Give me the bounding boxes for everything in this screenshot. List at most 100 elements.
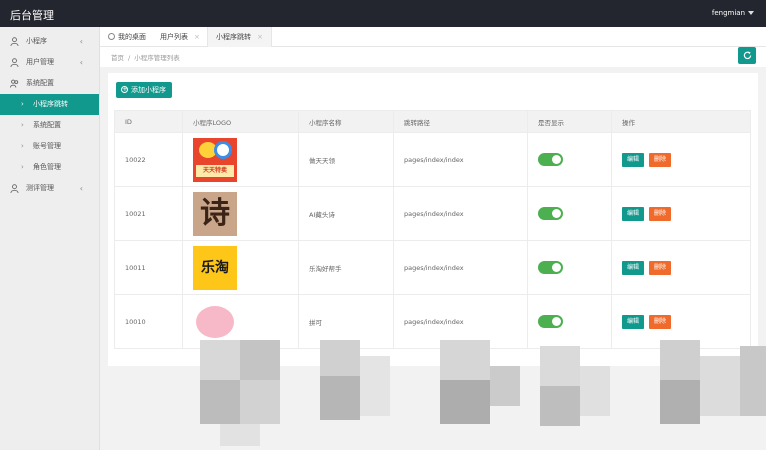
mosaic-block	[360, 356, 390, 416]
chevron-right-icon: ›	[21, 163, 24, 171]
tab-desktop[interactable]: 我的桌面	[108, 27, 146, 47]
column-header: ID	[114, 110, 183, 133]
tab-miniprogram-jump[interactable]: 小程序跳转 ×	[207, 27, 272, 47]
sidebar-item-label: 小程序	[26, 37, 47, 45]
breadcrumb-separator: /	[128, 54, 131, 62]
tab-label: 我的桌面	[118, 33, 146, 41]
column-header: 跳转路径	[393, 110, 528, 133]
mosaic-block	[580, 366, 610, 416]
user-icon	[10, 58, 19, 67]
cell-id: 10021	[114, 186, 183, 241]
sidebar-subitem-miniprogram-jump[interactable]: › 小程序跳转	[0, 94, 99, 115]
user-icon	[10, 37, 19, 46]
sidebar-item-miniprogram[interactable]: 小程序 ‹	[0, 31, 99, 52]
breadcrumb: 首页 / 小程序管理列表	[100, 47, 766, 67]
mosaic-block	[320, 376, 360, 420]
show-toggle[interactable]	[538, 153, 563, 166]
chevron-left-icon: ‹	[79, 58, 83, 67]
user-menu[interactable]: fengmian	[712, 9, 754, 17]
mosaic-block	[700, 356, 740, 416]
sidebar-item-label: 测评管理	[26, 184, 54, 192]
cell-id: 10022	[114, 132, 183, 187]
breadcrumb-trail: 首页 / 小程序管理列表	[111, 52, 180, 62]
top-bar: 后台管理 fengmian	[0, 0, 766, 27]
app-title: 后台管理	[10, 9, 54, 22]
add-button-label: 添加小程序	[131, 86, 166, 94]
chevron-right-icon: ›	[21, 142, 24, 150]
mosaic-block	[740, 346, 766, 416]
home-icon	[108, 32, 115, 40]
cell-path: pages/index/index	[393, 186, 528, 241]
table-row: 10021 诗 AI藏头诗 pages/index/index 编辑 删除	[114, 186, 751, 241]
show-toggle[interactable]	[538, 261, 563, 274]
sidebar-item-system-config[interactable]: 系统配置	[0, 73, 99, 94]
logo-text: 天天特卖	[196, 164, 234, 177]
group-icon	[10, 79, 19, 88]
toggle-knob	[552, 317, 561, 326]
sidebar-subitem-label: 系统配置	[33, 121, 61, 129]
sidebar-item-evaluation[interactable]: 测评管理 ‹	[0, 178, 99, 199]
column-header: 操作	[611, 110, 751, 133]
mosaic-block	[200, 340, 240, 380]
cell-path: pages/index/index	[393, 240, 528, 295]
toggle-knob	[552, 263, 561, 272]
sidebar-subitem-roles[interactable]: › 角色管理	[0, 157, 99, 178]
table-header-row: ID 小程序LOGO 小程序名称 跳转路径 是否显示 操作	[114, 110, 751, 133]
chevron-left-icon: ‹	[79, 184, 83, 193]
delete-button[interactable]: 删除	[649, 260, 672, 275]
sidebar-subitem-accounts[interactable]: › 账号管理	[0, 136, 99, 157]
tab-user-list[interactable]: 用户列表 ×	[160, 27, 200, 47]
sidebar-subitem-system-config[interactable]: › 系统配置	[0, 115, 99, 136]
chevron-right-icon: ›	[21, 121, 24, 129]
breadcrumb-current: 小程序管理列表	[134, 54, 180, 62]
sidebar-item-label: 系统配置	[26, 79, 54, 87]
chevron-right-icon: ›	[21, 100, 24, 108]
miniprogram-table: ID 小程序LOGO 小程序名称 跳转路径 是否显示 操作 10022 天天特卖…	[114, 110, 751, 349]
sidebar-subitem-label: 角色管理	[33, 163, 61, 171]
mosaic-block	[220, 424, 260, 446]
caret-down-icon	[748, 11, 754, 15]
user-icon	[10, 184, 19, 193]
add-miniprogram-button[interactable]: + 添加小程序	[116, 82, 172, 98]
miniprogram-logo: 乐淘	[193, 245, 237, 290]
mosaic-block	[490, 366, 520, 406]
cell-name: AI藏头诗	[298, 186, 394, 241]
content-panel: + 添加小程序 ID 小程序LOGO 小程序名称 跳转路径 是否显示 操作 100…	[108, 73, 758, 366]
mosaic-block	[320, 340, 360, 376]
tab-label: 小程序跳转	[216, 33, 251, 41]
mosaic-block	[540, 346, 580, 386]
mosaic-block	[240, 340, 280, 380]
column-header: 是否显示	[527, 110, 612, 133]
close-icon[interactable]: ×	[194, 33, 200, 41]
tab-bar: 我的桌面 用户列表 × 小程序跳转 ×	[100, 27, 766, 47]
mosaic-block	[440, 340, 490, 380]
show-toggle[interactable]	[538, 207, 563, 220]
delete-button[interactable]: 删除	[649, 206, 672, 221]
miniprogram-logo: 诗	[193, 191, 237, 236]
mosaic-block	[440, 380, 490, 424]
close-icon[interactable]: ×	[257, 33, 263, 41]
edit-button[interactable]: 编辑	[622, 152, 645, 167]
logo-shape	[214, 140, 232, 159]
sidebar-item-label: 用户管理	[26, 58, 54, 66]
breadcrumb-home[interactable]: 首页	[111, 54, 124, 62]
table-row: 10022 天天特卖 做天天领 pages/index/index 编辑 删除	[114, 132, 751, 187]
mosaic-block	[660, 340, 700, 380]
edit-button[interactable]: 编辑	[622, 260, 645, 275]
mosaic-block	[200, 380, 240, 424]
cell-name: 乐淘好帮手	[298, 240, 394, 295]
delete-button[interactable]: 删除	[649, 152, 672, 167]
user-name: fengmian	[711, 9, 745, 17]
column-header: 小程序LOGO	[182, 110, 299, 133]
column-header: 小程序名称	[298, 110, 394, 133]
mosaic-block	[240, 380, 280, 424]
cell-path: pages/index/index	[393, 132, 528, 187]
sidebar-subitem-label: 小程序跳转	[33, 100, 68, 108]
miniprogram-logo: 天天特卖	[193, 137, 237, 182]
sidebar-item-users[interactable]: 用户管理 ‹	[0, 52, 99, 73]
cell-name: 做天天领	[298, 132, 394, 187]
plus-circle-icon: +	[121, 84, 128, 93]
refresh-button[interactable]	[738, 47, 756, 64]
edit-button[interactable]: 编辑	[622, 206, 645, 221]
sidebar-subitem-label: 账号管理	[33, 142, 61, 150]
